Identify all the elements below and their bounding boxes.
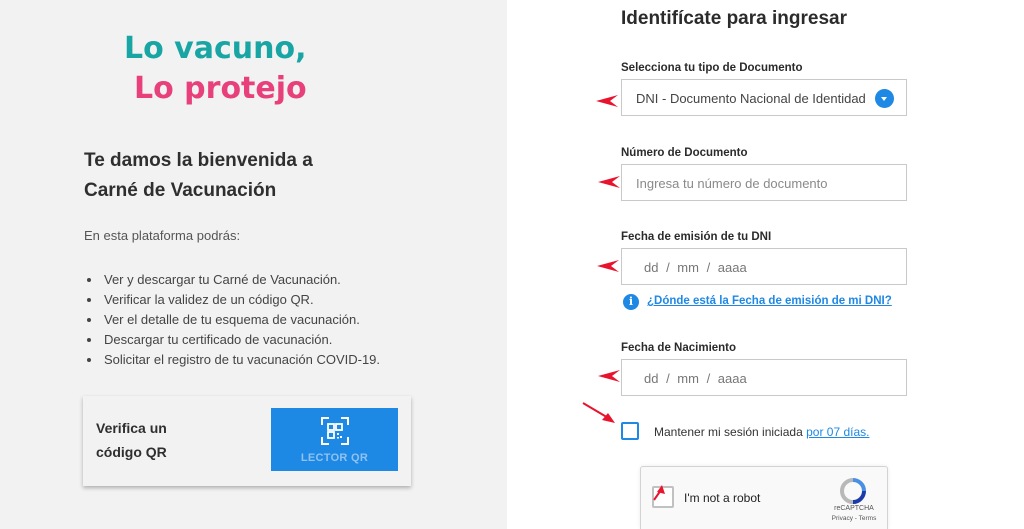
feature-item: Descargar tu certificado de vacunación. <box>102 330 380 350</box>
doc-number-placeholder: Ingresa tu número de documento <box>636 176 828 191</box>
form-title: Identifícate para ingresar <box>621 8 847 29</box>
doc-type-select[interactable]: DNI - Documento Nacional de Identidad <box>621 79 907 116</box>
qr-card-line-1: Verifica un <box>96 420 167 436</box>
logo-line-1: Lo vacuno, <box>124 31 306 66</box>
qr-reader-label: LECTOR QR <box>300 452 369 464</box>
birth-date-placeholder: dd / mm / aaaa <box>644 371 747 386</box>
recaptcha-brand: reCAPTCHA <box>834 505 874 512</box>
issue-date-placeholder: dd / mm / aaaa <box>644 260 747 275</box>
annotation-arrow-icon <box>653 485 665 501</box>
recaptcha-label: I'm not a robot <box>684 491 761 505</box>
issue-date-input[interactable]: dd / mm / aaaa <box>621 248 907 285</box>
keep-session-text: Mantener mi sesión iniciada <box>654 425 803 439</box>
recaptcha-terms[interactable]: Privacy - Terms <box>821 515 887 522</box>
annotation-arrow-icon <box>598 370 620 382</box>
doc-number-label: Número de Documento <box>621 147 748 159</box>
welcome-line-1: Te damos la bienvenida a <box>84 150 313 171</box>
annotation-arrow-icon <box>596 95 618 107</box>
welcome-line-2: Carné de Vacunación <box>84 180 277 201</box>
features-list: Ver y descargar tu Carné de Vacunación. … <box>86 270 380 370</box>
feature-item: Solicitar el registro de tu vacunación C… <box>102 350 380 370</box>
keep-session-label: Mantener mi sesión iniciada por 07 días. <box>654 425 869 439</box>
qr-card-text: Verifica un código QR <box>96 416 206 464</box>
recaptcha-widget: I'm not a robot reCAPTCHA Privacy - Term… <box>640 466 888 529</box>
welcome-panel: Lo vacuno, Lo protejo Te damos la bienve… <box>0 0 507 529</box>
chevron-down-icon[interactable] <box>875 89 894 108</box>
issue-date-label: Fecha de emisión de tu DNI <box>621 231 772 243</box>
campaign-logo: Lo vacuno, Lo protejo <box>124 31 307 106</box>
birth-date-input[interactable]: dd / mm / aaaa <box>621 359 907 396</box>
doc-type-value: DNI - Documento Nacional de Identidad <box>636 91 866 106</box>
keep-session-duration-link[interactable]: por 07 días. <box>806 425 869 439</box>
birth-date-label: Fecha de Nacimiento <box>621 342 737 354</box>
qr-reader-button[interactable]: LECTOR QR <box>271 408 398 471</box>
feature-item: Verificar la validez de un código QR. <box>102 290 380 310</box>
qr-card-line-2: código QR <box>96 444 167 460</box>
info-icon: i <box>623 294 639 310</box>
intro-text: En esta plataforma podrás: <box>84 228 241 243</box>
qr-verify-card: Verifica un código QR LECTOR QR <box>83 396 411 486</box>
recaptcha-icon <box>839 478 866 504</box>
welcome-heading: Te damos la bienvenida a Carné de Vacuna… <box>84 146 313 206</box>
doc-number-input[interactable]: Ingresa tu número de documento <box>621 164 907 201</box>
keep-session-checkbox[interactable] <box>621 422 639 440</box>
feature-item: Ver y descargar tu Carné de Vacunación. <box>102 270 380 290</box>
annotation-arrow-icon <box>598 176 620 188</box>
feature-item: Ver el detalle de tu esquema de vacunaci… <box>102 310 380 330</box>
logo-line-2: Lo protejo <box>134 71 307 106</box>
doc-type-label: Selecciona tu tipo de Documento <box>621 62 803 74</box>
qr-code-icon <box>321 417 349 445</box>
annotation-arrow-icon <box>597 260 619 272</box>
annotation-arrow-icon <box>582 402 615 423</box>
issue-date-help-link[interactable]: ¿Dónde está la Fecha de emisión de mi DN… <box>647 295 892 307</box>
